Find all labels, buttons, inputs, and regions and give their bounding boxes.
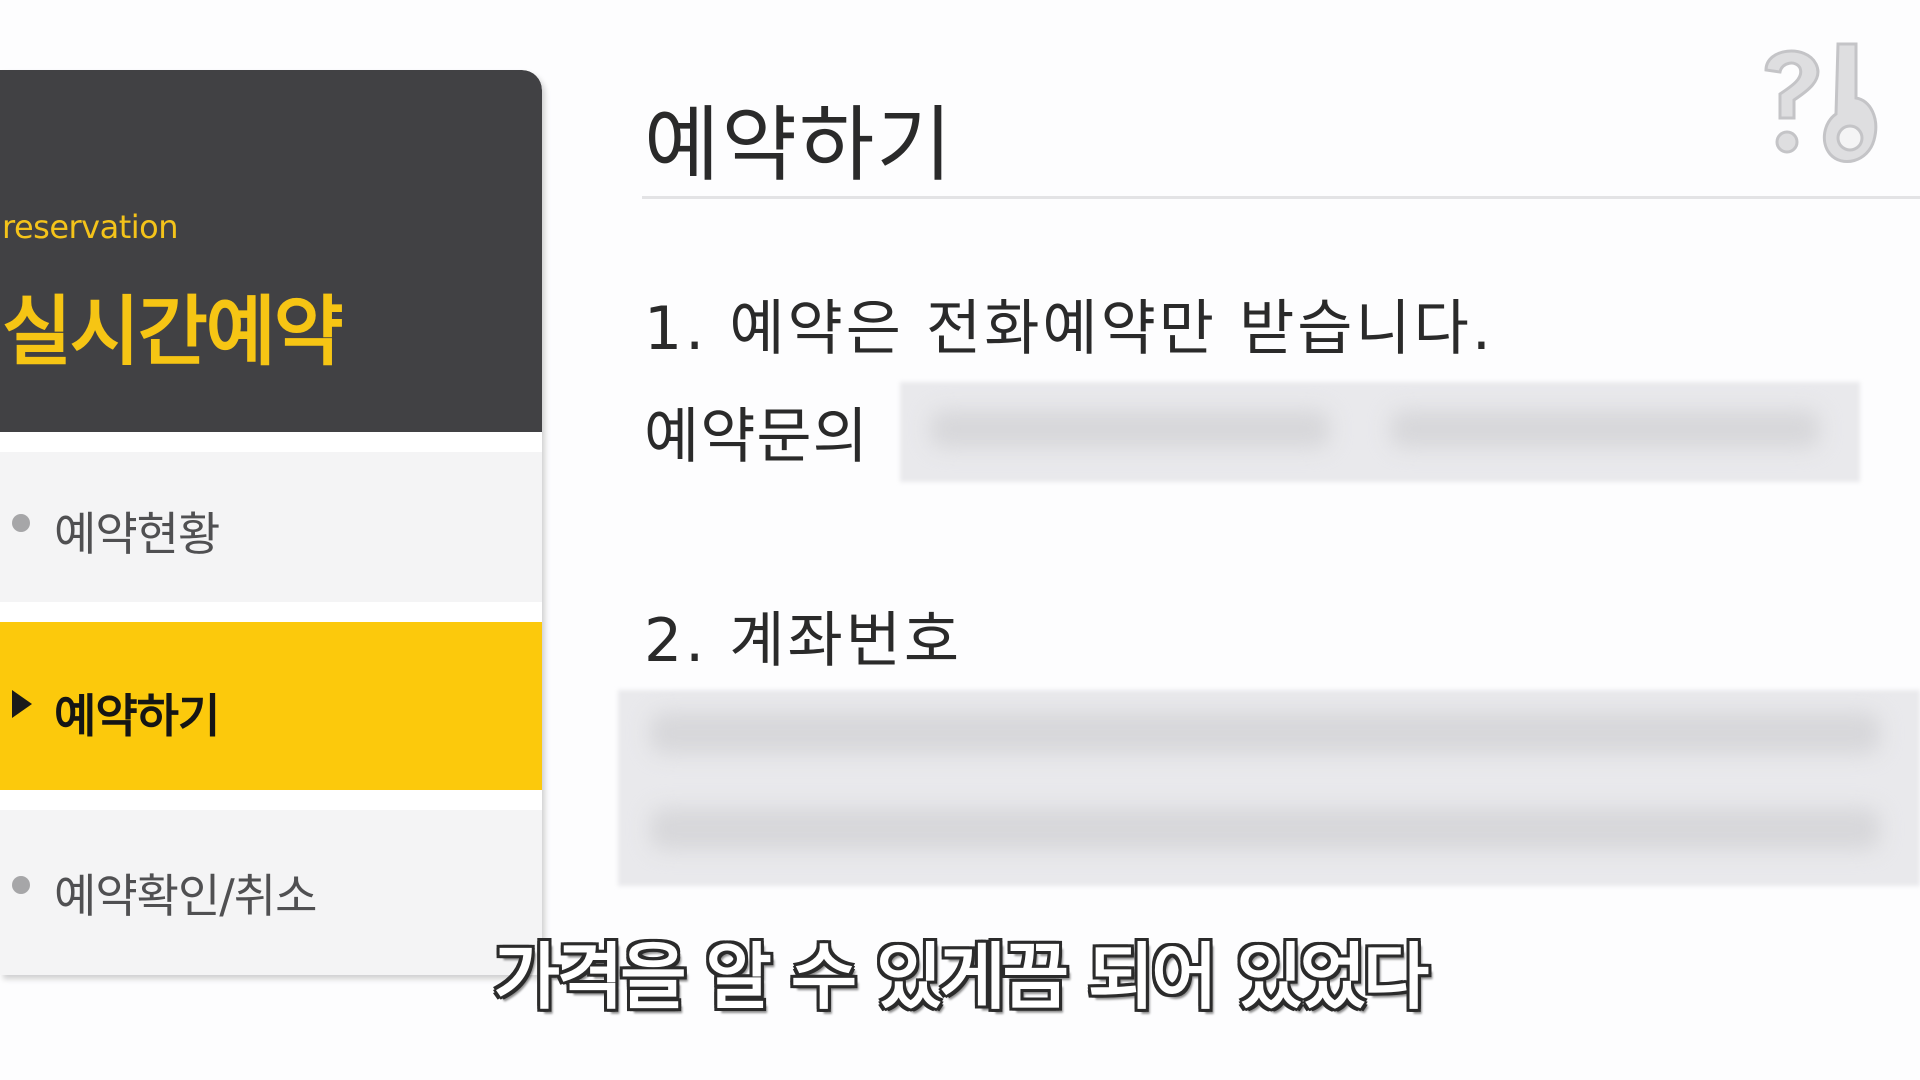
triangle-right-icon xyxy=(12,690,32,718)
menu-divider xyxy=(0,790,542,810)
sidebar-item-label: 예약현황 xyxy=(54,507,220,561)
channel-logo-icon xyxy=(1746,38,1880,180)
sidebar-item-reservation-status[interactable]: 예약현황 xyxy=(0,452,542,602)
section-account-number: 2. 계좌번호 xyxy=(644,606,963,676)
page-title: 예약하기 xyxy=(644,98,954,193)
blurred-text-fragment xyxy=(930,410,1330,448)
screen: reservation 실시간예약 예약현황 예약하기 예약확인/취소 예약하기… xyxy=(0,0,1920,1080)
sidebar-header: reservation 실시간예약 xyxy=(0,70,542,432)
blurred-text-fragment xyxy=(650,712,1880,754)
menu-divider xyxy=(0,602,542,622)
blurred-text-fragment xyxy=(1390,410,1820,448)
blurred-text-fragment xyxy=(650,808,1880,850)
inquiry-label: 예약문의 xyxy=(644,402,869,472)
menu-divider xyxy=(0,432,542,452)
sidebar-title: 실시간예약 xyxy=(2,287,344,376)
bullet-dot-icon xyxy=(12,876,30,894)
bullet-dot-icon xyxy=(12,514,30,532)
sidebar-item-make-reservation[interactable]: 예약하기 xyxy=(0,622,542,790)
notice-phone-only: 1. 예약은 전화예약만 받습니다. xyxy=(644,294,1494,364)
subtitle-caption: 가격을 알 수 있게끔 되어 있었다 xyxy=(493,935,1429,1019)
title-divider xyxy=(642,196,1920,199)
sidebar-item-label: 예약하기 xyxy=(54,689,220,743)
sidebar-subtitle: reservation xyxy=(2,208,179,246)
sidebar: reservation 실시간예약 예약현황 예약하기 예약확인/취소 xyxy=(0,70,542,975)
sidebar-item-label: 예약확인/취소 xyxy=(54,869,317,923)
